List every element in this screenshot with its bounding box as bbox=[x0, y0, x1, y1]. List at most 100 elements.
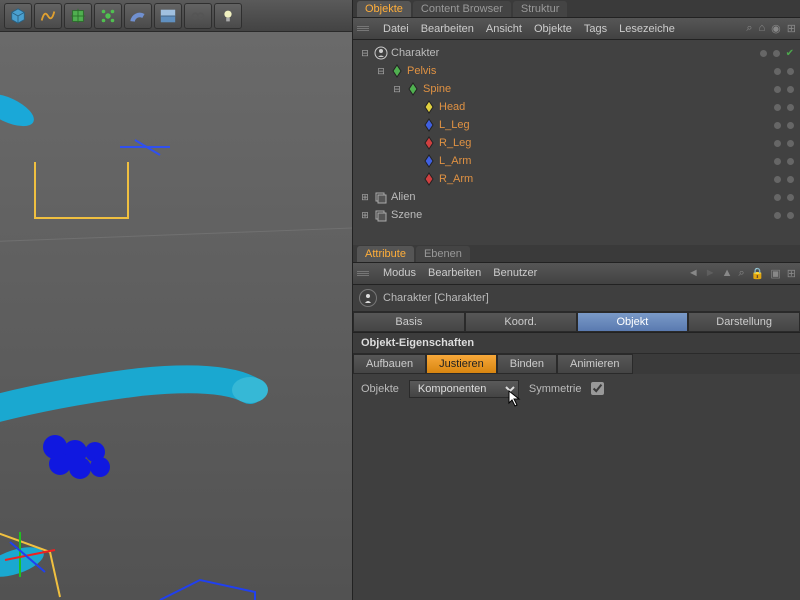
hierarchy-row-pelvis[interactable]: ⊟ Pelvis bbox=[353, 62, 800, 80]
hierarchy-row-r_arm[interactable]: R_Arm bbox=[353, 170, 800, 188]
render-dot[interactable] bbox=[787, 176, 794, 183]
objects-dropdown[interactable]: Komponenten bbox=[409, 380, 519, 398]
tab-layers[interactable]: Ebenen bbox=[416, 246, 470, 262]
panel-tabs: Objekte Content Browser Struktur bbox=[353, 0, 800, 18]
expander-icon[interactable]: ⊟ bbox=[375, 66, 387, 77]
btn-animate[interactable]: Animieren bbox=[557, 354, 633, 374]
tool-light[interactable] bbox=[214, 3, 242, 29]
hierarchy-row-spine[interactable]: ⊟ Spine bbox=[353, 80, 800, 98]
render-dot[interactable] bbox=[787, 212, 794, 219]
render-dot[interactable] bbox=[787, 140, 794, 147]
menu-user[interactable]: Benutzer bbox=[493, 267, 537, 279]
object-icon bbox=[374, 190, 388, 204]
visibility-dot[interactable] bbox=[774, 122, 781, 129]
hierarchy-row-l_arm[interactable]: L_Arm bbox=[353, 152, 800, 170]
attribute-menubar: Modus Bearbeiten Benutzer ◄ ► ▲ ⌕ 🔒 ▣ ⊞ bbox=[353, 263, 800, 285]
tool-cube[interactable] bbox=[4, 3, 32, 29]
lock-icon[interactable]: 🔒 bbox=[751, 267, 765, 280]
object-label: L_Arm bbox=[439, 155, 774, 167]
object-label: Spine bbox=[423, 83, 774, 95]
tool-deformer[interactable] bbox=[64, 3, 92, 29]
object-hierarchy[interactable]: ⊟Charakter✔⊟Pelvis⊟SpineHeadL_LegR_LegL_… bbox=[353, 40, 800, 245]
expand-icon[interactable]: ⊞ bbox=[787, 22, 796, 35]
new-icon[interactable]: ▣ bbox=[770, 267, 780, 280]
menu-bookmarks[interactable]: Lesezeiche bbox=[619, 23, 675, 35]
visibility-dot[interactable] bbox=[774, 104, 781, 111]
menu-tags[interactable]: Tags bbox=[584, 23, 607, 35]
attribute-tabs: Attribute Ebenen bbox=[353, 245, 800, 263]
render-dot[interactable] bbox=[787, 194, 794, 201]
objects-menubar: Datei Bearbeiten Ansicht Objekte Tags Le… bbox=[353, 18, 800, 40]
tool-generator[interactable] bbox=[94, 3, 122, 29]
search-icon[interactable]: ⌕ bbox=[746, 22, 752, 35]
viewport-3d[interactable] bbox=[0, 32, 352, 600]
render-dot[interactable] bbox=[787, 158, 794, 165]
expander-icon[interactable]: ⊟ bbox=[359, 48, 371, 59]
visibility-dot[interactable] bbox=[774, 140, 781, 147]
hierarchy-row-szene[interactable]: ⊞Szene bbox=[353, 206, 800, 224]
expander-icon[interactable]: ⊞ bbox=[359, 192, 371, 203]
object-icon bbox=[374, 208, 388, 222]
object-label: Pelvis bbox=[407, 65, 774, 77]
btn-build[interactable]: Aufbauen bbox=[353, 354, 426, 374]
hierarchy-row-alien[interactable]: ⊞ Alien bbox=[353, 188, 800, 206]
hierarchy-row-charakter[interactable]: ⊟Charakter✔ bbox=[353, 44, 800, 62]
tab-content-browser[interactable]: Content Browser bbox=[413, 1, 511, 17]
menu-mode[interactable]: Modus bbox=[383, 267, 416, 279]
hierarchy-row-l_leg[interactable]: L_Leg bbox=[353, 116, 800, 134]
hierarchy-row-r_leg[interactable]: R_Leg bbox=[353, 134, 800, 152]
tab-attribute[interactable]: Attribute bbox=[357, 246, 414, 262]
object-label: Charakter bbox=[391, 47, 760, 59]
visibility-dot[interactable] bbox=[774, 176, 781, 183]
visibility-dot[interactable] bbox=[774, 158, 781, 165]
tab-basis[interactable]: Basis bbox=[353, 312, 465, 332]
menu-objects[interactable]: Objekte bbox=[534, 23, 572, 35]
home-icon[interactable]: ⌂ bbox=[759, 22, 766, 35]
eye-icon[interactable]: ◉ bbox=[771, 22, 781, 35]
tab-object[interactable]: Objekt bbox=[577, 312, 689, 332]
symmetry-checkbox[interactable] bbox=[591, 382, 604, 395]
tool-sweep[interactable] bbox=[124, 3, 152, 29]
nav-back-icon[interactable]: ◄ bbox=[688, 267, 699, 280]
render-dot[interactable] bbox=[787, 86, 794, 93]
visibility-dot[interactable] bbox=[760, 50, 767, 57]
menu-file[interactable]: Datei bbox=[383, 23, 409, 35]
tab-objects[interactable]: Objekte bbox=[357, 1, 411, 17]
object-label: Alien bbox=[391, 191, 774, 203]
menu-attr-edit[interactable]: Bearbeiten bbox=[428, 267, 481, 279]
object-label: Head bbox=[439, 101, 774, 113]
visibility-dot[interactable] bbox=[774, 86, 781, 93]
property-row: Objekte Komponenten Symmetrie bbox=[353, 374, 800, 404]
objects-label: Objekte bbox=[361, 383, 399, 395]
nav-up-icon[interactable]: ▲ bbox=[722, 267, 733, 280]
expander-icon[interactable]: ⊞ bbox=[359, 210, 371, 221]
btn-adjust[interactable]: Justieren bbox=[426, 354, 497, 374]
tool-curve[interactable] bbox=[34, 3, 62, 29]
render-dot[interactable] bbox=[773, 50, 780, 57]
tab-coord[interactable]: Koord. bbox=[465, 312, 577, 332]
render-dot[interactable] bbox=[787, 68, 794, 75]
find-icon[interactable]: ⌕ bbox=[739, 267, 745, 280]
tab-structure[interactable]: Struktur bbox=[513, 1, 568, 17]
attribute-body bbox=[353, 404, 800, 600]
object-icon bbox=[406, 82, 420, 96]
menu-edit[interactable]: Bearbeiten bbox=[421, 23, 474, 35]
visibility-dot[interactable] bbox=[774, 212, 781, 219]
object-label: L_Leg bbox=[439, 119, 774, 131]
visibility-dot[interactable] bbox=[774, 68, 781, 75]
btn-bind[interactable]: Binden bbox=[497, 354, 557, 374]
tab-display[interactable]: Darstellung bbox=[688, 312, 800, 332]
render-dot[interactable] bbox=[787, 122, 794, 129]
menu-view[interactable]: Ansicht bbox=[486, 23, 522, 35]
tool-camera[interactable] bbox=[184, 3, 212, 29]
object-icon bbox=[422, 154, 436, 168]
visibility-dot[interactable] bbox=[774, 194, 781, 201]
expander-icon[interactable]: ⊟ bbox=[391, 84, 403, 95]
hierarchy-row-head[interactable]: Head bbox=[353, 98, 800, 116]
render-dot[interactable] bbox=[787, 104, 794, 111]
maximize-icon[interactable]: ⊞ bbox=[787, 267, 796, 280]
tool-floor[interactable] bbox=[154, 3, 182, 29]
object-label: R_Leg bbox=[439, 137, 774, 149]
attribute-title: Charakter [Charakter] bbox=[383, 292, 489, 304]
nav-fwd-icon[interactable]: ► bbox=[705, 267, 716, 280]
